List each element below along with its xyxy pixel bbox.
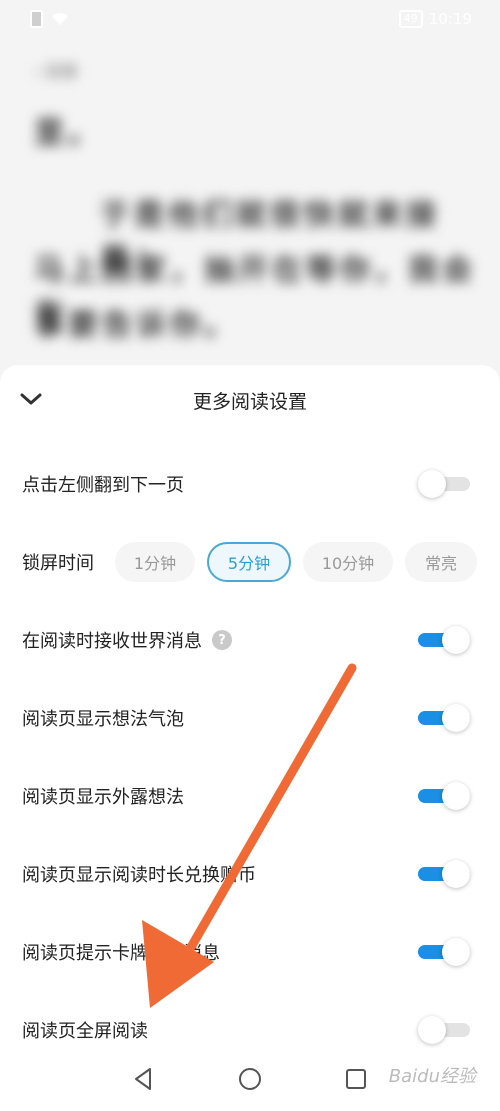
lock-time-options: 1分钟 5分钟 10分钟 常亮	[115, 542, 477, 582]
sim-icon	[30, 10, 43, 28]
reader-line: 里。	[34, 116, 102, 151]
setting-label: 阅读页显示阅读时长兑换赠币	[22, 865, 256, 886]
setting-label: 点击左侧翻到下一页	[22, 475, 184, 496]
back-triangle-icon[interactable]	[130, 1066, 156, 1092]
setting-world-messages: 在阅读时接收世界消息 ?	[0, 601, 500, 679]
exposed-ideas-toggle[interactable]	[418, 782, 470, 810]
setting-label: 阅读页提示卡牌点亮消息	[22, 943, 220, 964]
status-time: 10:19	[428, 10, 472, 28]
idea-bubble-toggle[interactable]	[418, 704, 470, 732]
setting-label: 阅读页显示外露想法	[22, 787, 184, 808]
watermark: Baidu经验	[388, 1066, 476, 1087]
setting-exposed-ideas: 阅读页显示外露想法	[0, 757, 500, 835]
recents-square-icon[interactable]	[343, 1066, 369, 1092]
fullscreen-toggle[interactable]	[418, 1016, 470, 1044]
read-time-coin-toggle[interactable]	[418, 860, 470, 888]
setting-label: 在阅读时接收世界消息	[22, 631, 202, 652]
setting-read-time-coin: 阅读页显示阅读时长兑换赠币	[0, 835, 500, 913]
lock-time-option-always[interactable]: 常亮	[405, 542, 477, 582]
reading-settings-sheet: 更多阅读设置 点击左侧翻到下一页 锁屏时间 1分钟 5分钟 10分钟 常亮 在阅…	[0, 365, 500, 1111]
lock-time-option-5min[interactable]: 5分钟	[207, 542, 291, 582]
setting-lock-time: 锁屏时间 1分钟 5分钟 10分钟 常亮	[0, 523, 500, 601]
setting-idea-bubble: 阅读页显示想法气泡	[0, 679, 500, 757]
system-nav-bar: Baidu经验	[0, 1048, 500, 1111]
status-bar: 49 10:19	[0, 0, 500, 40]
help-icon[interactable]: ?	[212, 630, 232, 650]
reader-background: ‹ 目录 里。 于是他们就很快就来接着： 马上回家，抽开在等你，我会有 事要告诉…	[0, 40, 500, 370]
reader-back-link[interactable]: ‹ 目录	[34, 58, 78, 82]
sheet-title: 更多阅读设置	[192, 391, 307, 413]
lock-time-option-10min[interactable]: 10分钟	[303, 542, 393, 582]
lock-time-option-1min[interactable]: 1分钟	[115, 542, 195, 582]
battery-icon: 49	[398, 10, 423, 28]
sheet-header: 更多阅读设置	[0, 365, 500, 435]
wifi-icon	[52, 13, 68, 25]
reader-line: 事要告诉你。	[34, 308, 238, 343]
setting-label: 阅读页显示想法气泡	[22, 709, 184, 730]
setting-label: 阅读页全屏阅读	[22, 1021, 148, 1042]
tap-left-next-toggle[interactable]	[418, 470, 470, 498]
setting-label: 锁屏时间	[22, 553, 94, 574]
world-messages-toggle[interactable]	[418, 626, 470, 654]
home-circle-icon[interactable]	[237, 1066, 263, 1092]
setting-tap-left-next: 点击左侧翻到下一页	[0, 445, 500, 523]
card-messages-toggle[interactable]	[418, 938, 470, 966]
setting-card-messages: 阅读页提示卡牌点亮消息	[0, 913, 500, 991]
